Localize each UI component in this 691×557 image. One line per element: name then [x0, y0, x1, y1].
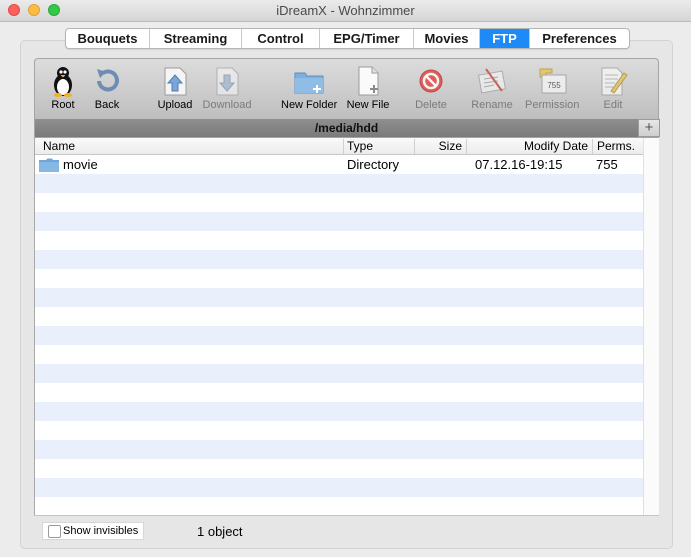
show-invisibles-checkbox[interactable]	[48, 525, 61, 538]
permission-key-icon: 755	[536, 65, 568, 97]
empty-row	[35, 269, 643, 288]
svg-text:755: 755	[547, 81, 561, 90]
tab-movies[interactable]: Movies	[414, 29, 480, 48]
tab-epg-timer[interactable]: EPG/Timer	[320, 29, 414, 48]
empty-row	[35, 212, 643, 231]
empty-row	[35, 402, 643, 421]
delete-icon	[415, 65, 447, 97]
new-file-button[interactable]: New File	[345, 65, 391, 111]
table-header: Name Type Size Modify Date Perms.	[35, 138, 643, 155]
tab-ftp[interactable]: FTP	[480, 29, 530, 48]
title-bar: iDreamX - Wohnzimmer	[0, 0, 691, 22]
row-perms: 755	[596, 157, 618, 172]
permission-button[interactable]: 755 Permission	[525, 65, 579, 111]
edit-button[interactable]: Edit	[597, 65, 629, 111]
new-folder-button[interactable]: New Folder	[281, 65, 337, 111]
column-header-name[interactable]: Name	[39, 139, 344, 154]
download-label: Download	[202, 99, 252, 111]
ftp-toolbar: Root Back Upload Download New Folder New…	[34, 58, 659, 138]
empty-row	[35, 440, 643, 459]
empty-row	[35, 174, 643, 193]
rename-label: Rename	[471, 99, 513, 111]
table-row[interactable]: movie Directory 07.12.16-19:15 755	[35, 155, 643, 174]
delete-label: Delete	[415, 99, 447, 111]
download-icon	[211, 65, 243, 97]
back-arrow-icon	[91, 65, 123, 97]
edit-label: Edit	[603, 99, 623, 111]
rename-icon	[476, 65, 508, 97]
back-button[interactable]: Back	[91, 65, 123, 111]
upload-button[interactable]: Upload	[155, 65, 195, 111]
status-bar: Show invisibles 1 object	[34, 515, 659, 545]
root-button[interactable]: Root	[47, 65, 79, 111]
empty-row	[35, 459, 643, 478]
linux-penguin-icon	[47, 65, 79, 97]
tab-bar: Bouquets Streaming Control EPG/Timer Mov…	[65, 28, 630, 49]
row-name: movie	[63, 157, 98, 172]
edit-document-icon	[597, 65, 629, 97]
vertical-scrollbar[interactable]	[643, 138, 659, 515]
empty-row	[35, 383, 643, 402]
column-header-type[interactable]: Type	[343, 139, 415, 154]
upload-label: Upload	[157, 99, 193, 111]
file-table: Name Type Size Modify Date Perms. movie …	[34, 138, 643, 515]
tab-bouquets[interactable]: Bouquets	[66, 29, 150, 48]
empty-row	[35, 231, 643, 250]
current-path: /media/hdd	[35, 119, 658, 137]
empty-row	[35, 497, 643, 515]
empty-row	[35, 326, 643, 345]
delete-button[interactable]: Delete	[413, 65, 449, 111]
tab-control[interactable]: Control	[242, 29, 320, 48]
upload-icon	[159, 65, 191, 97]
show-invisibles-toggle[interactable]: Show invisibles	[42, 522, 144, 540]
new-folder-icon	[293, 65, 325, 97]
column-header-modify-date[interactable]: Modify Date	[467, 139, 593, 154]
empty-row	[35, 288, 643, 307]
new-file-icon	[352, 65, 384, 97]
folder-icon	[39, 158, 59, 175]
rename-button[interactable]: Rename	[471, 65, 513, 111]
window-title: iDreamX - Wohnzimmer	[276, 3, 415, 18]
empty-row	[35, 250, 643, 269]
row-modify-date: 07.12.16-19:15	[475, 157, 563, 172]
column-header-size[interactable]: Size	[415, 139, 467, 154]
table-body: movie Directory 07.12.16-19:15 755	[35, 155, 643, 515]
tab-preferences[interactable]: Preferences	[530, 29, 629, 48]
permission-label: Permission	[525, 99, 580, 111]
empty-row	[35, 345, 643, 364]
row-type: Directory	[347, 157, 400, 172]
column-header-perms[interactable]: Perms.	[593, 139, 643, 154]
tab-streaming[interactable]: Streaming	[150, 29, 242, 48]
empty-row	[35, 478, 643, 497]
root-label: Root	[51, 99, 75, 111]
new-file-label: New File	[346, 99, 390, 111]
show-invisibles-label: Show invisibles	[63, 525, 139, 537]
back-label: Back	[94, 99, 120, 111]
empty-row	[35, 364, 643, 383]
add-button[interactable]: +	[638, 119, 660, 137]
empty-row	[35, 307, 643, 326]
object-count: 1 object	[197, 524, 243, 539]
empty-row	[35, 421, 643, 440]
new-folder-label: New Folder	[281, 99, 338, 111]
download-button[interactable]: Download	[201, 65, 253, 111]
empty-row	[35, 193, 643, 212]
